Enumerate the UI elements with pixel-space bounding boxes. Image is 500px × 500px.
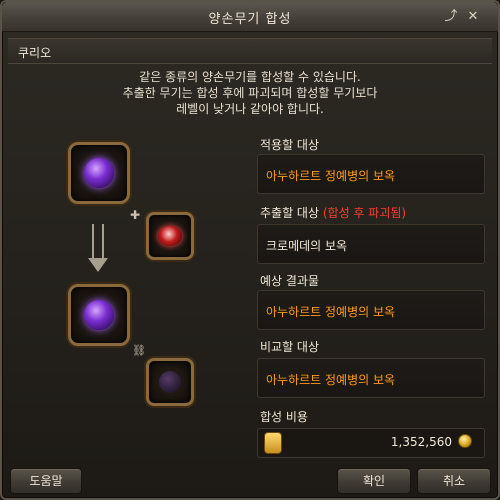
- result-label: 예상 결과물: [260, 274, 320, 288]
- extract-item-slot[interactable]: [146, 212, 194, 260]
- purple-orb-icon: [84, 300, 114, 330]
- description: 같은 종류의 양손무기를 합성할 수 있습니다. 추출한 무기는 합성 후에 파…: [22, 69, 478, 117]
- extract-field: 크로메데의 보옥: [257, 224, 485, 264]
- kinah-stack-icon: [264, 432, 282, 454]
- help-button[interactable]: 도움말: [10, 468, 82, 494]
- extract-warning: (합성 후 파괴됨): [322, 206, 407, 220]
- cancel-button[interactable]: 취소: [417, 468, 491, 494]
- compare-field: 아누하르트 정예병의 보옥: [257, 358, 485, 398]
- section-name: 쿠리오: [18, 46, 52, 60]
- restore-icon[interactable]: ⤴: [442, 9, 460, 25]
- compare-value: 아누하르트 정예병의 보옥: [266, 373, 396, 387]
- dim-orb-icon: [159, 371, 181, 393]
- purple-orb-icon: [84, 158, 114, 188]
- section-header: 쿠리오: [8, 38, 492, 64]
- cost-value: 1,352,560: [390, 435, 452, 449]
- description-line-1: 같은 종류의 양손무기를 합성할 수 있습니다.: [139, 70, 361, 84]
- target-field: 아누하르트 정예병의 보옥: [257, 154, 485, 194]
- window-title: 양손무기 합성: [208, 12, 292, 27]
- plus-icon: ✚: [129, 208, 141, 222]
- result-field: 아누하르트 정예병의 보옥: [257, 290, 485, 330]
- compare-item-slot[interactable]: [146, 358, 194, 406]
- description-line-3: 레벨이 낮거나 같아야 합니다.: [176, 102, 324, 116]
- link-icon: ⛓: [132, 344, 146, 357]
- extract-value: 크로메데의 보옥: [266, 239, 348, 253]
- ok-button[interactable]: 확인: [337, 468, 411, 494]
- result-value: 아누하르트 정예병의 보옥: [266, 305, 396, 319]
- extract-label-text: 추출할 대상: [260, 206, 320, 220]
- close-icon[interactable]: ✕: [464, 9, 482, 25]
- cost-label: 합성 비용: [260, 410, 308, 424]
- title-bar[interactable]: 양손무기 합성 ⤴ ✕: [2, 2, 498, 32]
- target-value: 아누하르트 정예병의 보옥: [266, 169, 396, 183]
- compare-label: 비교할 대상: [260, 340, 320, 354]
- description-line-2: 추출한 무기는 합성 후에 파괴되며 합성할 무기보다: [122, 86, 378, 100]
- target-item-slot[interactable]: [68, 142, 130, 204]
- arrow-down-icon: [92, 224, 104, 258]
- red-orb-icon: [158, 226, 182, 246]
- fusion-window: 양손무기 합성 ⤴ ✕ 쿠리오 같은 종류의 양손무기를 합성할 수 있습니다.…: [0, 0, 500, 500]
- kinah-coin-icon: [458, 434, 472, 448]
- target-label: 적용할 대상: [260, 138, 320, 152]
- arrow-head-icon: [88, 258, 108, 272]
- result-item-slot[interactable]: [68, 284, 130, 346]
- extract-label: 추출할 대상 (합성 후 파괴됨): [260, 204, 406, 221]
